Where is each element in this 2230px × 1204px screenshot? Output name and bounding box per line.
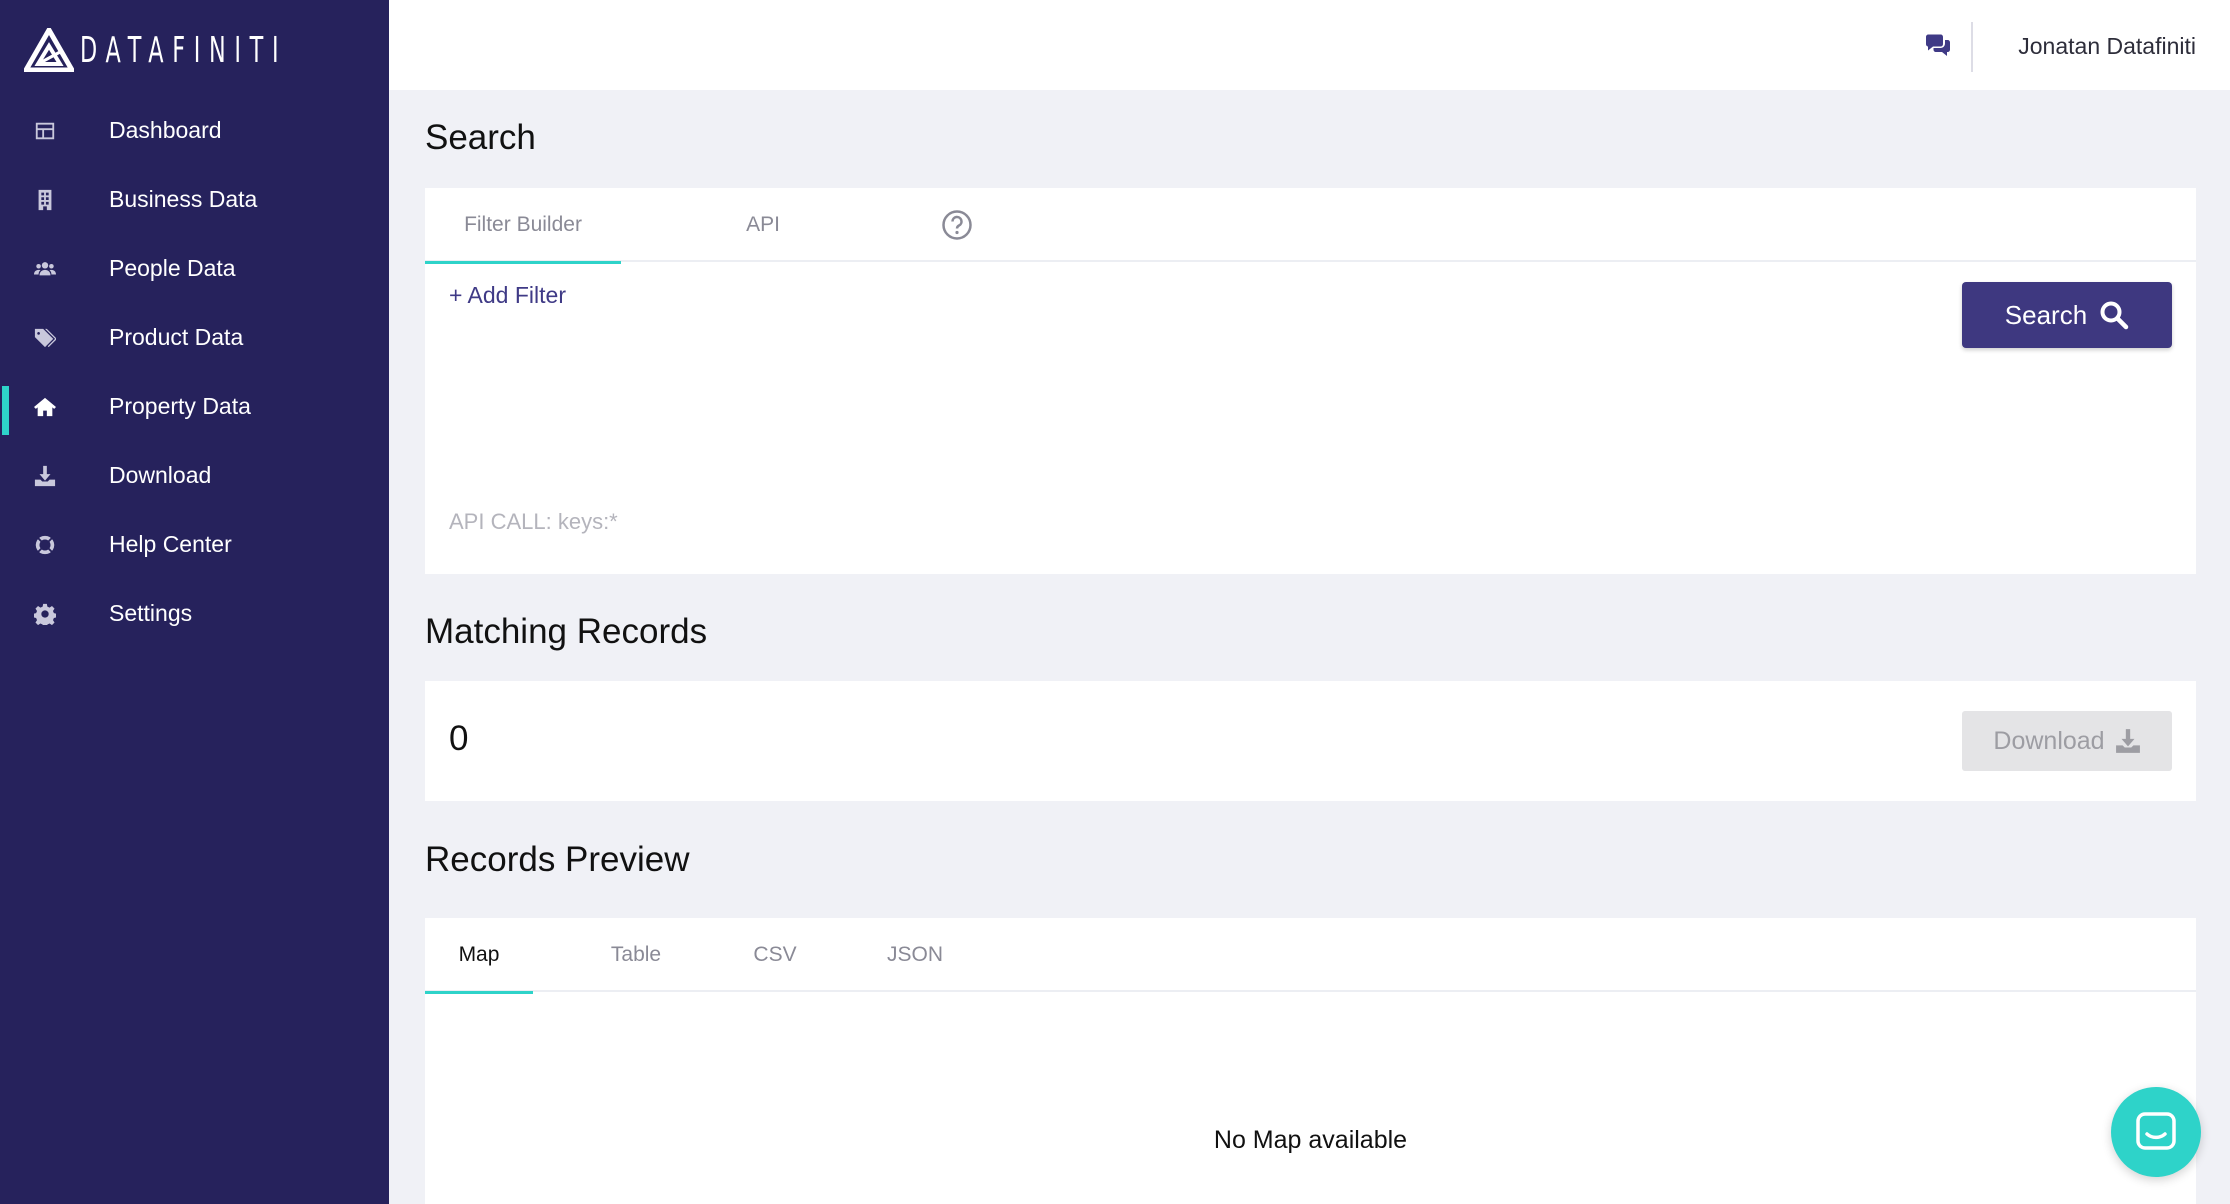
records-preview-title: Records Preview	[425, 840, 690, 879]
app-root: DATAFINITI Dashboard Business Data Peopl…	[0, 0, 2230, 1204]
sidebar-item-download[interactable]: Download	[0, 441, 389, 510]
help-question-icon[interactable]	[933, 188, 981, 262]
tab-map[interactable]: Map	[425, 918, 533, 994]
download-icon	[33, 464, 57, 488]
sidebar: DATAFINITI Dashboard Business Data Peopl…	[0, 0, 389, 1204]
sidebar-item-property-data[interactable]: Property Data	[0, 372, 389, 441]
sidebar-item-label: Product Data	[109, 324, 244, 350]
topbar-divider	[1971, 22, 1973, 72]
sidebar-item-help-center[interactable]: Help Center	[0, 510, 389, 579]
sidebar-item-label: People Data	[109, 255, 236, 281]
datafiniti-logo-icon	[24, 28, 74, 72]
sidebar-item-business-data[interactable]: Business Data	[0, 165, 389, 234]
empty-map-message: No Map available	[1213, 1126, 1408, 1154]
sidebar-nav: Dashboard Business Data People Data Prod…	[0, 96, 389, 648]
search-button[interactable]: Search	[1962, 282, 2172, 348]
tab-filter-builder[interactable]: Filter Builder	[425, 188, 621, 264]
sidebar-item-label: Settings	[109, 600, 193, 626]
sidebar-item-product-data[interactable]: Product Data	[0, 303, 389, 372]
messenger-icon	[2136, 1112, 2176, 1150]
matching-records-card: 0 Download	[425, 681, 2196, 801]
sidebar-item-dashboard[interactable]: Dashboard	[0, 96, 389, 165]
sidebar-item-label: Property Data	[109, 393, 251, 419]
preview-tabs: Map Table CSV JSON	[425, 918, 2196, 994]
tab-json[interactable]: JSON	[870, 918, 960, 992]
top-bar: Jonatan Datafiniti	[389, 0, 2230, 90]
download-button[interactable]: Download	[1962, 711, 2172, 771]
home-icon	[33, 395, 57, 419]
tab-table[interactable]: Table	[591, 918, 681, 992]
matching-records-title: Matching Records	[425, 612, 708, 651]
search-tabs: Filter Builder API	[425, 188, 2196, 264]
download-icon	[2115, 729, 2140, 753]
tab-api[interactable]: API	[715, 188, 811, 262]
add-filter-button[interactable]: + Add Filter	[449, 282, 566, 309]
sidebar-item-settings[interactable]: Settings	[0, 579, 389, 648]
chat-icon[interactable]	[1924, 34, 1952, 58]
sidebar-item-label: Download	[109, 462, 212, 488]
sidebar-item-people-data[interactable]: People Data	[0, 234, 389, 303]
sidebar-item-label: Dashboard	[109, 117, 222, 143]
search-section-title: Search	[425, 118, 536, 157]
api-call-text: API CALL: keys:*	[449, 509, 618, 534]
dashboard-icon	[33, 119, 57, 143]
logo[interactable]: DATAFINITI	[24, 26, 414, 74]
tab-csv[interactable]: CSV	[735, 918, 815, 992]
chat-launcher-button[interactable]	[2111, 1087, 2201, 1177]
logo-text: DATAFINITI	[80, 29, 288, 71]
building-icon	[33, 188, 57, 212]
sidebar-item-label: Help Center	[109, 531, 232, 557]
search-button-label: Search	[2004, 299, 2088, 330]
gear-icon	[33, 602, 57, 626]
sidebar-item-label: Business Data	[109, 186, 258, 212]
search-card: Filter Builder API + Add Filter Search A…	[425, 188, 2196, 574]
records-preview-card: Map Table CSV JSON No Map available	[425, 918, 2196, 1204]
lifebuoy-icon	[33, 533, 57, 557]
record-count: 0	[449, 719, 469, 758]
search-icon	[2100, 301, 2129, 330]
download-button-label: Download	[1993, 726, 2105, 755]
user-menu[interactable]: Jonatan Datafiniti	[2018, 33, 2196, 60]
tags-icon	[33, 326, 57, 350]
people-icon	[33, 257, 57, 281]
